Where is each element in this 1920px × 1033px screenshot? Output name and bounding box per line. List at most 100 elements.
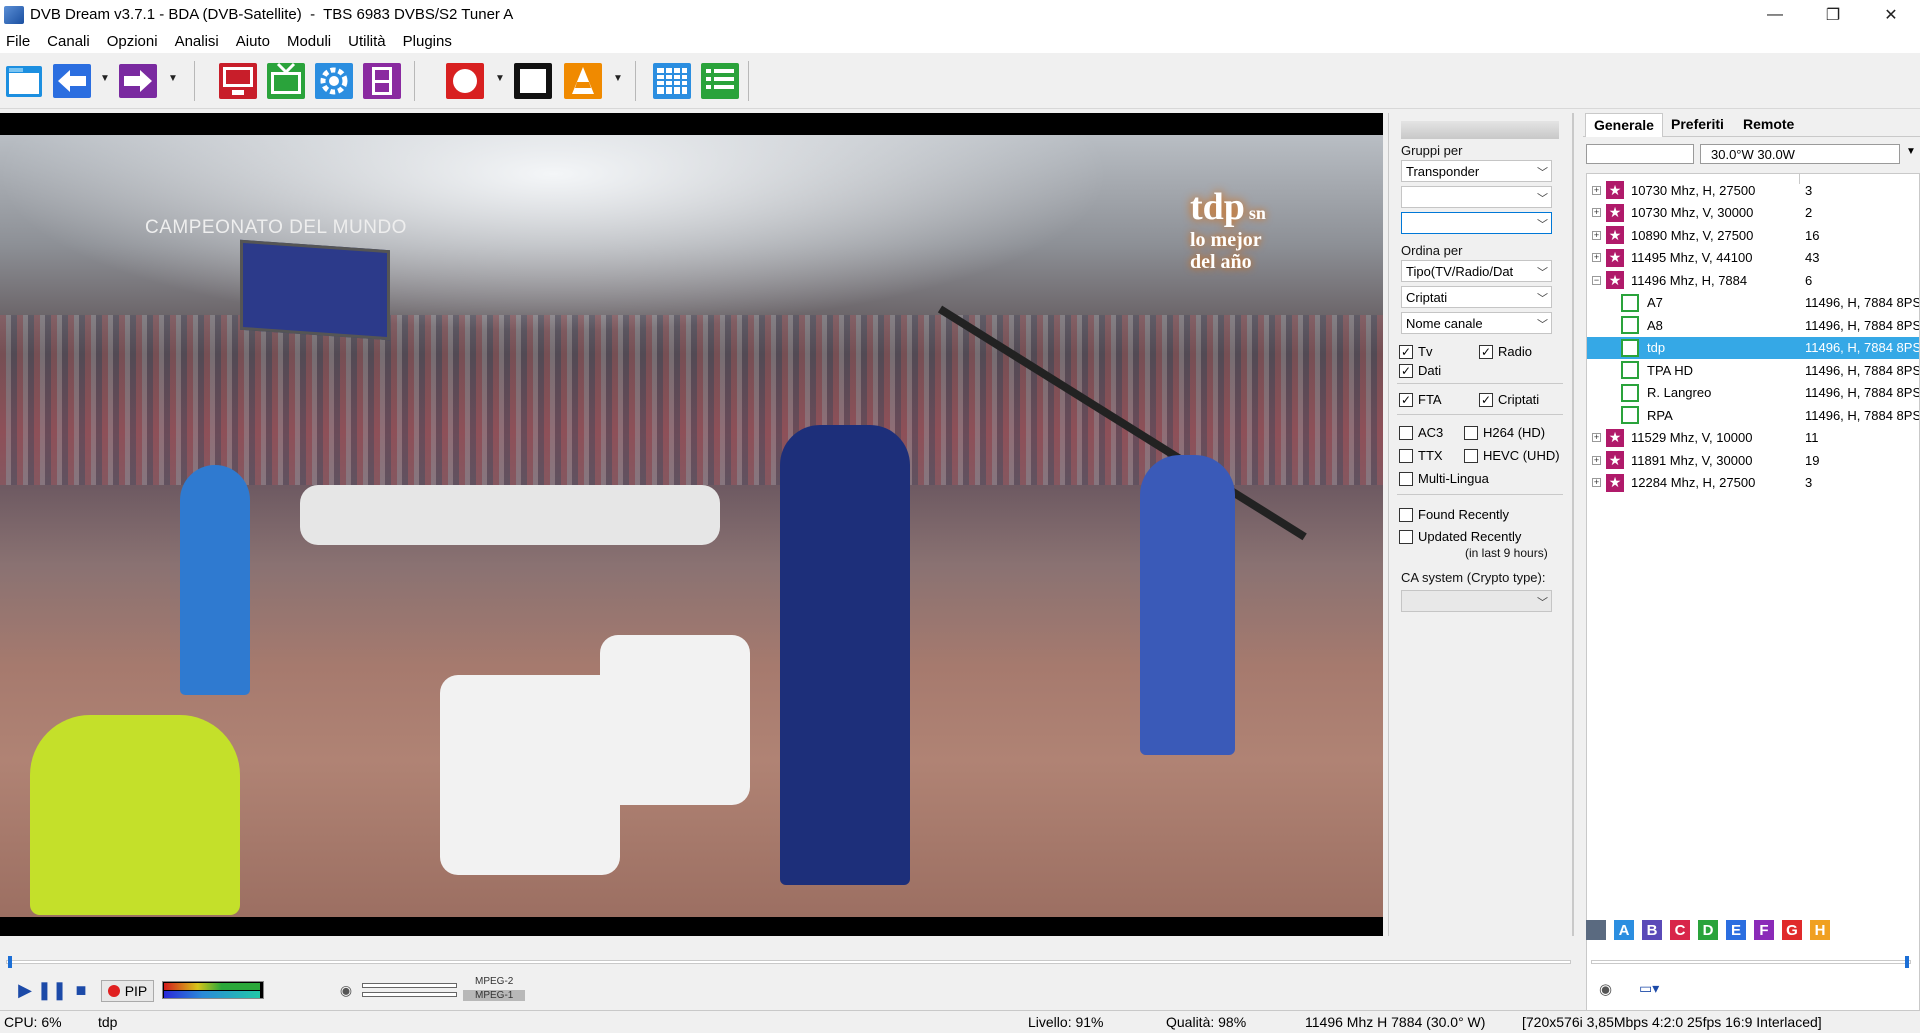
expand-toggle-icon[interactable]: − (1592, 275, 1601, 285)
forward-dropdown-icon[interactable]: ▼ (168, 73, 178, 84)
volume-thumb-right[interactable] (1905, 956, 1909, 968)
transponder-row[interactable]: + ★ 10730 Mhz, V, 30000 2 (1587, 202, 1919, 224)
favorite-group-g[interactable]: G (1782, 920, 1802, 940)
channel-row[interactable]: RPA 11496, H, 7884 8PS (1587, 404, 1919, 426)
back-dropdown-icon[interactable]: ▼ (100, 73, 110, 84)
transponder-row[interactable]: + ★ 10730 Mhz, H, 27500 3 (1587, 179, 1919, 201)
seek-bar[interactable] (0, 944, 1577, 968)
tab-preferiti[interactable]: Preferiti (1663, 113, 1732, 137)
expand-toggle-icon[interactable]: + (1592, 478, 1601, 487)
tab-remote[interactable]: Remote (1735, 113, 1802, 137)
tv-channel-icon[interactable] (266, 61, 306, 101)
favorite-group-h[interactable]: H (1810, 920, 1830, 940)
list-icon[interactable] (700, 61, 740, 101)
favorites-home-icon[interactable] (1586, 920, 1606, 940)
tv-monitor-icon[interactable] (218, 61, 258, 101)
expand-toggle-icon[interactable]: + (1592, 253, 1601, 262)
order-by-select-1[interactable]: Tipo(TV/Radio/Dat ﹀ (1401, 260, 1552, 282)
toolbar-separator (414, 61, 415, 101)
volume-track-right[interactable] (1591, 960, 1911, 964)
multilingua-checkbox[interactable]: Multi-Lingua (1399, 471, 1489, 486)
play-icon[interactable]: ▶ (13, 978, 37, 1002)
tab-generale[interactable]: Generale (1585, 113, 1663, 137)
expand-toggle-icon[interactable]: + (1592, 185, 1601, 195)
favorite-group-e[interactable]: E (1726, 920, 1746, 940)
volume-icon[interactable]: ◉ (334, 978, 358, 1002)
transponder-row[interactable]: + ★ 11529 Mhz, V, 10000 11 (1587, 427, 1919, 449)
video-player[interactable]: CAMPEONATO DEL MUNDO tdp sn lo mejor del… (0, 113, 1383, 936)
back-arrow-icon[interactable] (52, 61, 92, 101)
criptati-checkbox[interactable]: ✓ Criptati (1479, 392, 1539, 407)
settings-gear-icon[interactable] (314, 61, 354, 101)
hevc-checkbox[interactable]: HEVC (UHD) (1464, 448, 1560, 463)
stop-icon[interactable]: ■ (69, 978, 93, 1002)
seek-thumb[interactable] (8, 956, 12, 968)
volume-slider[interactable] (362, 982, 457, 1000)
channel-row[interactable]: A7 11496, H, 7884 8PS (1587, 292, 1919, 314)
group-by-select-3[interactable]: ﹀ (1401, 212, 1552, 234)
tv-checkbox[interactable]: ✓ Tv (1399, 344, 1432, 359)
group-by-select-2[interactable]: ﹀ (1401, 186, 1552, 208)
favorite-group-b[interactable]: B (1642, 920, 1662, 940)
vlc-dropdown-icon[interactable]: ▼ (613, 73, 623, 84)
pause-icon[interactable]: ❚❚ (37, 978, 67, 1002)
ttx-checkbox[interactable]: TTX (1399, 448, 1443, 463)
channel-row[interactable]: tdp 11496, H, 7884 8PS (1587, 336, 1919, 359)
menu-plugins[interactable]: Plugins (403, 33, 452, 50)
minimize-button[interactable]: — (1746, 0, 1804, 29)
maximize-button[interactable]: ❐ (1804, 0, 1862, 29)
channel-row[interactable]: R. Langreo 11496, H, 7884 8PS (1587, 382, 1919, 404)
satellite-select[interactable]: 30.0°W 30.0W (1700, 144, 1900, 164)
aspect-ratio-icon[interactable]: ▭▾ (1639, 980, 1659, 997)
radio-checkbox[interactable]: ✓ Radio (1479, 344, 1532, 359)
menu-moduli[interactable]: Moduli (287, 33, 331, 50)
channel-row[interactable]: A8 11496, H, 7884 8PS (1587, 314, 1919, 336)
record-dropdown-icon[interactable]: ▼ (495, 73, 505, 84)
menu-canali[interactable]: Canali (47, 33, 90, 50)
transponder-row[interactable]: + ★ 11891 Mhz, V, 30000 19 (1587, 449, 1919, 471)
channel-search-input[interactable] (1586, 144, 1694, 164)
favorite-group-a[interactable]: A (1614, 920, 1634, 940)
film-strip-icon[interactable] (362, 61, 402, 101)
favorite-group-f[interactable]: F (1754, 920, 1774, 940)
speaker-icon[interactable]: ◉ (1599, 980, 1612, 998)
found-recently-checkbox[interactable]: Found Recently (1399, 507, 1509, 522)
favorite-group-c[interactable]: C (1670, 920, 1690, 940)
expand-toggle-icon[interactable]: + (1592, 208, 1601, 217)
menu-aiuto[interactable]: Aiuto (236, 33, 270, 50)
h264-checkbox[interactable]: H264 (HD) (1464, 425, 1545, 440)
vlc-cone-icon[interactable] (563, 61, 603, 101)
forward-arrow-icon[interactable] (118, 61, 158, 101)
transponder-row[interactable]: − ★ 11496 Mhz, H, 7884 6 (1587, 269, 1919, 291)
order-by-select-3[interactable]: Nome canale ﹀ (1401, 312, 1552, 334)
order-by-select-2[interactable]: Criptati ﹀ (1401, 286, 1552, 308)
grid-table-icon[interactable] (652, 61, 692, 101)
transponder-row[interactable]: + ★ 11495 Mhz, V, 44100 43 (1587, 247, 1919, 269)
fta-checkbox[interactable]: ✓ FTA (1399, 392, 1442, 407)
favorite-group-d[interactable]: D (1698, 920, 1718, 940)
group-by-select[interactable]: Transponder ﹀ (1401, 160, 1552, 182)
menu-utilita[interactable]: Utilità (348, 33, 386, 50)
updated-recently-checkbox[interactable]: Updated Recently (1399, 529, 1521, 544)
menu-analisi[interactable]: Analisi (175, 33, 219, 50)
stop-square-icon[interactable] (513, 61, 553, 101)
channel-row[interactable]: TPA HD 11496, H, 7884 8PS (1587, 359, 1919, 381)
close-button[interactable]: ✕ (1862, 0, 1920, 29)
seek-track[interactable] (6, 960, 1571, 964)
menu-file[interactable]: File (6, 33, 30, 50)
expand-toggle-icon[interactable]: + (1592, 433, 1601, 442)
order-by-value-1: Tipo(TV/Radio/Dat (1406, 264, 1514, 279)
channel-tree[interactable]: + ★ 10730 Mhz, H, 27500 3 + ★ 10730 Mhz, V, 30… (1586, 173, 1920, 1031)
expand-toggle-icon[interactable]: + (1592, 230, 1601, 240)
record-icon[interactable] (445, 61, 485, 101)
transponder-row[interactable]: + ★ 12284 Mhz, H, 27500 3 (1587, 472, 1919, 494)
folder-open-icon[interactable] (4, 61, 44, 101)
ca-system-select[interactable]: ﹀ (1401, 590, 1552, 612)
dati-checkbox[interactable]: ✓ Dati (1399, 363, 1441, 378)
satellite-dropdown-icon[interactable]: ▼ (1906, 146, 1916, 157)
pip-button[interactable]: PIP (101, 980, 154, 1002)
expand-toggle-icon[interactable]: + (1592, 455, 1601, 465)
transponder-row[interactable]: + ★ 10890 Mhz, V, 27500 16 (1587, 224, 1919, 246)
menu-opzioni[interactable]: Opzioni (107, 33, 158, 50)
ac3-checkbox[interactable]: AC3 (1399, 425, 1443, 440)
